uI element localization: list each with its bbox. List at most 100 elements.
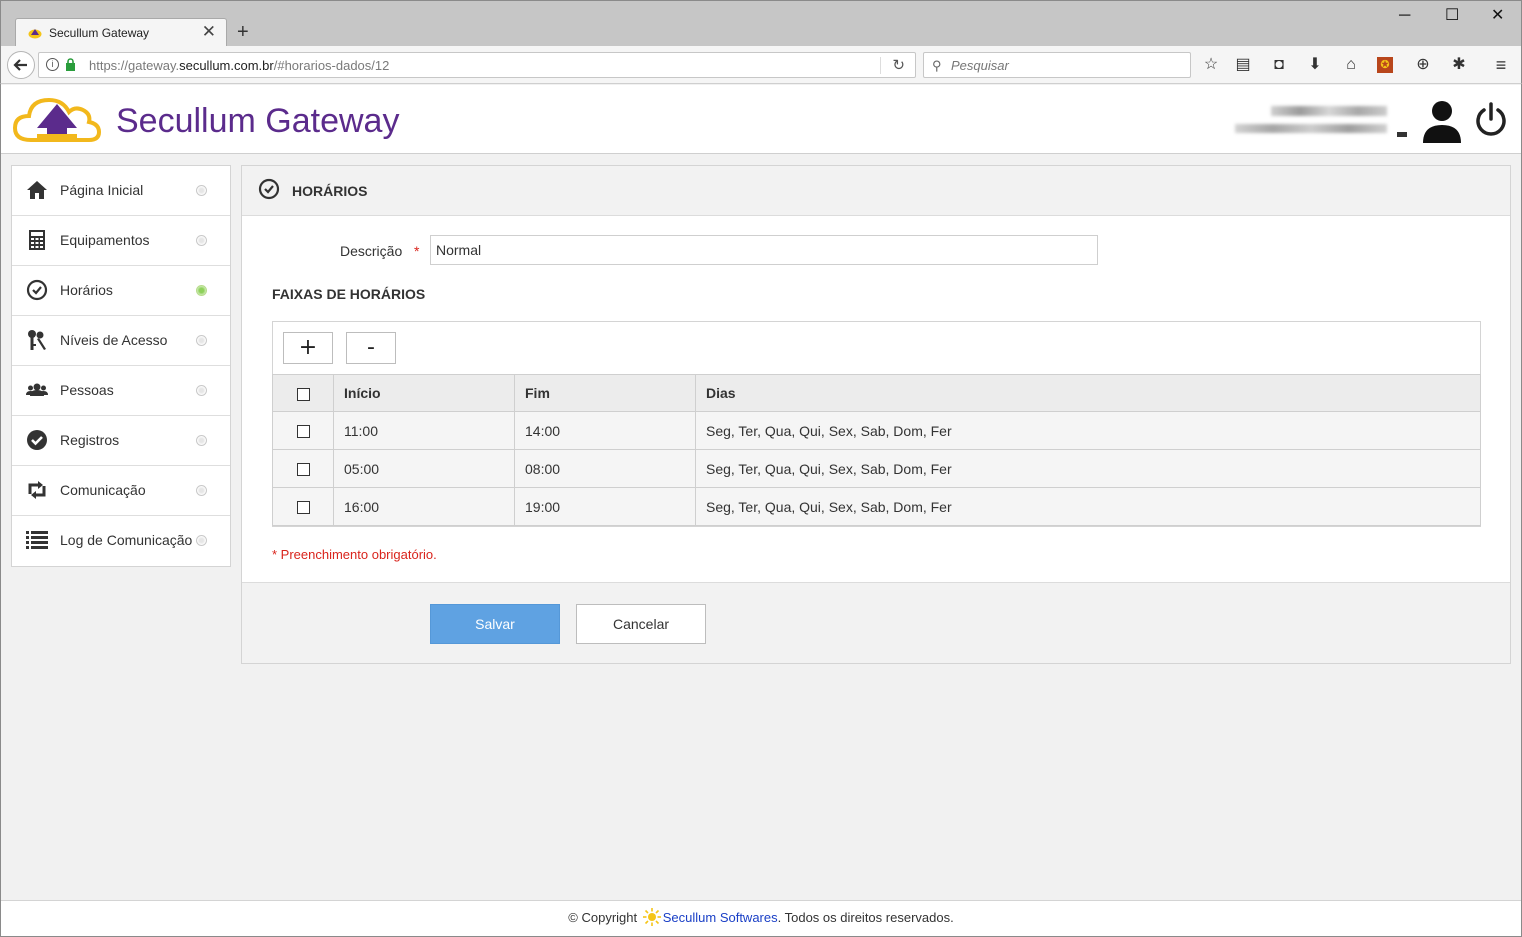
back-arrow-icon bbox=[13, 59, 27, 71]
horarios-panel: HORÁRIOS Descrição * FAIXAS DE HORÁRIOS … bbox=[241, 165, 1511, 664]
cancel-button[interactable]: Cancelar bbox=[576, 604, 706, 644]
status-indicator bbox=[196, 435, 207, 446]
copyright-text: © Copyright bbox=[568, 910, 638, 925]
row-checkbox[interactable] bbox=[296, 463, 310, 477]
column-header-fim[interactable]: Fim bbox=[514, 374, 696, 412]
cell-inicio: 11:00 bbox=[333, 411, 515, 450]
clock-icon bbox=[26, 279, 48, 301]
select-all-cell bbox=[272, 374, 334, 412]
sidebar-item-equipamentos[interactable]: Equipamentos bbox=[12, 216, 230, 266]
info-icon[interactable]: i bbox=[46, 58, 59, 71]
sidebar-item-pessoas[interactable]: Pessoas bbox=[12, 366, 230, 416]
page-footer: © Copyright Secullum Softwares. Todos os… bbox=[1, 900, 1521, 936]
sidebar-item-label: Equipamentos bbox=[60, 232, 150, 248]
add-row-button[interactable]: + bbox=[283, 332, 333, 364]
star-icon[interactable]: ☆ bbox=[1201, 55, 1221, 75]
rights-text: . Todos os direitos reservados. bbox=[777, 910, 954, 925]
panel-header: HORÁRIOS bbox=[242, 166, 1510, 216]
download-icon[interactable]: ⬇ bbox=[1305, 55, 1325, 75]
url-text: https://gateway.secullum.com.br/#horario… bbox=[89, 58, 390, 73]
user-menu-caret[interactable] bbox=[1397, 132, 1407, 137]
sidebar-item-comunicacao[interactable]: Comunicação bbox=[12, 466, 230, 516]
remove-row-button[interactable]: - bbox=[346, 332, 396, 364]
url-separator bbox=[880, 57, 881, 74]
column-header-inicio[interactable]: Início bbox=[333, 374, 515, 412]
browser-tab[interactable]: Secullum Gateway ✕ bbox=[15, 18, 227, 47]
table-header-row: Início Fim Dias bbox=[272, 374, 1481, 412]
row-checkbox[interactable] bbox=[296, 425, 310, 439]
save-button[interactable]: Salvar bbox=[430, 604, 560, 644]
tab-title: Secullum Gateway bbox=[49, 26, 150, 40]
cell-fim: 08:00 bbox=[514, 449, 696, 488]
cell-dias: Seg, Ter, Qua, Qui, Sex, Sab, Dom, Fer bbox=[695, 449, 1481, 488]
people-icon bbox=[26, 383, 48, 396]
new-tab-button[interactable]: + bbox=[237, 21, 249, 43]
table-row[interactable]: 05:00 08:00 Seg, Ter, Qua, Qui, Sex, Sab… bbox=[272, 449, 1481, 488]
table-row[interactable]: 16:00 19:00 Seg, Ter, Qua, Qui, Sex, Sab… bbox=[272, 487, 1481, 526]
favicon-icon bbox=[28, 29, 42, 39]
sidebar-item-horarios[interactable]: Horários bbox=[12, 266, 230, 316]
list-icon bbox=[26, 531, 48, 549]
sidebar-item-label: Comunicação bbox=[60, 482, 146, 498]
user-info-blurred[interactable] bbox=[1233, 103, 1389, 137]
cell-dias: Seg, Ter, Qua, Qui, Sex, Sab, Dom, Fer bbox=[695, 487, 1481, 526]
description-label: Descrição bbox=[340, 243, 403, 259]
addon-icon[interactable]: ✪ bbox=[1377, 57, 1393, 73]
cell-inicio: 05:00 bbox=[333, 449, 515, 488]
page-title: HORÁRIOS bbox=[292, 183, 368, 199]
sidebar-item-niveis-de-acesso[interactable]: Níveis de Acesso bbox=[12, 316, 230, 366]
brand-title: Secullum Gateway bbox=[116, 102, 400, 140]
sidebar-item-label: Níveis de Acesso bbox=[60, 332, 168, 348]
status-indicator bbox=[196, 335, 207, 346]
secullum-logo[interactable] bbox=[11, 90, 103, 146]
required-mark: * bbox=[414, 243, 420, 259]
extension-icon[interactable]: ✱ bbox=[1449, 55, 1469, 75]
menu-icon[interactable]: ≡ bbox=[1491, 55, 1511, 75]
status-indicator bbox=[196, 185, 207, 196]
power-icon[interactable] bbox=[1473, 101, 1509, 137]
time-ranges-grid: + - Início Fim Dias 11:00 14:00 Seg, Ter… bbox=[272, 321, 1481, 527]
sidebar-item-label: Log de Comunicação bbox=[60, 532, 193, 548]
maximize-button[interactable]: ☐ bbox=[1445, 7, 1459, 25]
minimize-button[interactable]: ─ bbox=[1399, 7, 1410, 25]
pocket-icon[interactable]: ◘ bbox=[1269, 55, 1289, 75]
cell-inicio: 16:00 bbox=[333, 487, 515, 526]
calculator-icon bbox=[29, 230, 45, 250]
retweet-icon bbox=[28, 481, 46, 499]
search-icon: ⚲ bbox=[932, 58, 942, 73]
cell-dias: Seg, Ter, Qua, Qui, Sex, Sab, Dom, Fer bbox=[695, 411, 1481, 450]
clock-icon bbox=[258, 178, 280, 200]
home-icon[interactable]: ⌂ bbox=[1341, 55, 1361, 75]
table-row[interactable]: 11:00 14:00 Seg, Ter, Qua, Qui, Sex, Sab… bbox=[272, 411, 1481, 450]
sun-logo-icon bbox=[642, 907, 661, 926]
tab-close-icon[interactable]: ✕ bbox=[202, 23, 216, 41]
sidebar-item-pagina-inicial[interactable]: Página Inicial bbox=[12, 166, 230, 216]
url-bar[interactable]: i https://gateway.secullum.com.br/#horar… bbox=[38, 52, 916, 78]
user-avatar-icon[interactable] bbox=[1419, 99, 1465, 145]
company-link[interactable]: Secullum Softwares bbox=[663, 910, 778, 925]
search-bar[interactable]: ⚲ Pesquisar bbox=[923, 52, 1191, 78]
back-button[interactable] bbox=[7, 51, 35, 79]
status-indicator bbox=[196, 535, 207, 546]
form-actions: Salvar Cancelar bbox=[242, 582, 1510, 663]
sidebar-item-registros[interactable]: Registros bbox=[12, 416, 230, 466]
description-input[interactable] bbox=[430, 235, 1098, 265]
check-circle-icon bbox=[27, 430, 47, 450]
sidebar-item-log-de-comunicacao[interactable]: Log de Comunicação bbox=[12, 516, 230, 566]
section-title: FAIXAS DE HORÁRIOS bbox=[272, 286, 426, 302]
column-header-dias[interactable]: Dias bbox=[695, 374, 1481, 412]
app-header: Secullum Gateway bbox=[1, 85, 1521, 154]
row-checkbox[interactable] bbox=[296, 501, 310, 515]
cell-fim: 19:00 bbox=[514, 487, 696, 526]
reader-icon[interactable]: ▤ bbox=[1233, 55, 1253, 75]
select-all-checkbox[interactable] bbox=[296, 387, 310, 401]
globe-icon[interactable]: ⊕ bbox=[1413, 55, 1433, 75]
cell-fim: 14:00 bbox=[514, 411, 696, 450]
row-select-cell bbox=[272, 411, 334, 450]
home-icon bbox=[27, 181, 47, 199]
time-ranges-table: Início Fim Dias 11:00 14:00 Seg, Ter, Qu… bbox=[272, 374, 1481, 526]
keys-icon bbox=[28, 330, 46, 350]
reload-icon[interactable]: ↻ bbox=[892, 56, 905, 74]
status-indicator bbox=[196, 485, 207, 496]
close-window-button[interactable]: ✕ bbox=[1491, 7, 1504, 25]
